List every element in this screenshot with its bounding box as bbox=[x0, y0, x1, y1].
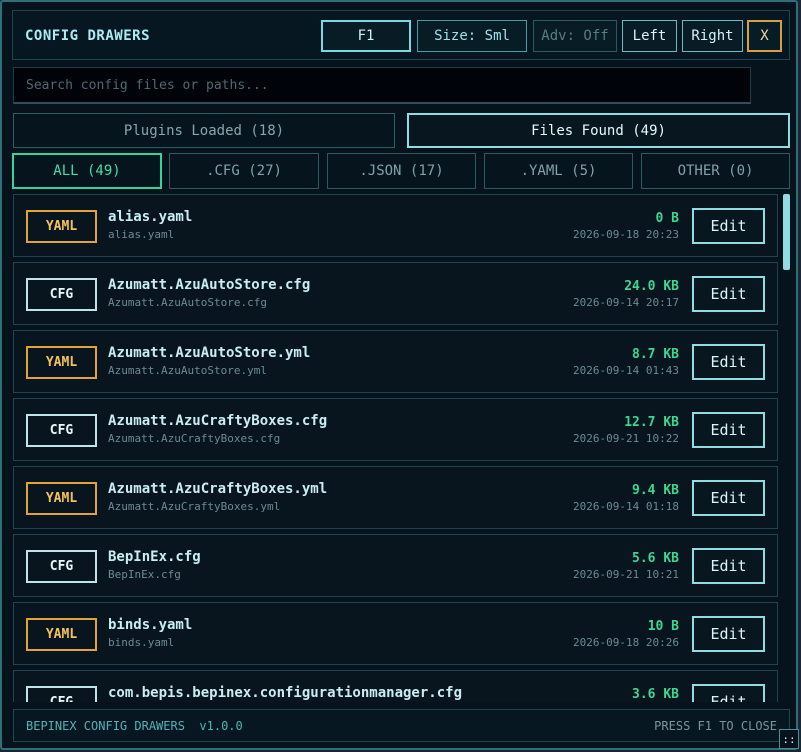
file-date: 2026-09-18 20:23 bbox=[573, 228, 679, 241]
size-toggle-button[interactable]: Size: Sml bbox=[417, 20, 527, 52]
edit-button[interactable]: Edit bbox=[692, 480, 765, 516]
file-date: 2026-09-18 20:26 bbox=[573, 636, 679, 649]
edit-button[interactable]: Edit bbox=[692, 412, 765, 448]
file-path: Azumatt.AzuAutoStore.cfg bbox=[108, 296, 267, 309]
file-list[interactable]: YAML alias.yaml alias.yaml 0 B 2026-09-1… bbox=[13, 194, 779, 702]
file-date: 2026-09-14 01:43 bbox=[573, 364, 679, 377]
filter-cfg[interactable]: .CFG (27) bbox=[169, 153, 319, 189]
resize-handle-icon[interactable]: :: bbox=[779, 729, 799, 749]
filter-yaml[interactable]: .YAML (5) bbox=[484, 153, 633, 189]
file-date: 2026-09-14 20:17 bbox=[573, 296, 679, 309]
app-title: CONFIG DRAWERS bbox=[25, 28, 151, 44]
file-path: BepInEx.cfg bbox=[108, 568, 181, 581]
file-size: 9.4 KB bbox=[632, 483, 679, 498]
file-name: alias.yaml bbox=[108, 209, 193, 225]
file-date: 2026-09-21 10:21 bbox=[573, 568, 679, 581]
file-row[interactable]: CFG Azumatt.AzuCraftyBoxes.cfg Azumatt.A… bbox=[13, 398, 778, 461]
list-scrollbar[interactable] bbox=[783, 194, 790, 270]
tab-files-found[interactable]: Files Found (49) bbox=[407, 113, 790, 148]
filter-all[interactable]: ALL (49) bbox=[12, 153, 162, 189]
file-row[interactable]: YAML alias.yaml alias.yaml 0 B 2026-09-1… bbox=[13, 194, 778, 257]
file-date: 2026-09-14 01:18 bbox=[573, 500, 679, 513]
file-type-badge: YAML bbox=[26, 210, 97, 243]
file-size: 3.6 KB bbox=[632, 687, 679, 702]
file-name: Azumatt.AzuCraftyBoxes.cfg bbox=[108, 413, 328, 429]
filter-json[interactable]: .JSON (17) bbox=[327, 153, 476, 189]
file-size: 10 B bbox=[647, 619, 679, 634]
file-name: binds.yaml bbox=[108, 617, 193, 633]
file-path: Azumatt.AzuCraftyBoxes.yml bbox=[108, 500, 281, 513]
edit-button[interactable]: Edit bbox=[692, 616, 765, 652]
file-row[interactable]: YAML binds.yaml binds.yaml 10 B 2026-09-… bbox=[13, 602, 778, 665]
file-type-badge: CFG bbox=[26, 414, 97, 447]
file-row[interactable]: CFG Azumatt.AzuAutoStore.cfg Azumatt.Azu… bbox=[13, 262, 778, 325]
footer-hint: PRESS F1 TO CLOSE bbox=[654, 719, 777, 733]
file-type-badge: YAML bbox=[26, 618, 97, 651]
dock-left-button[interactable]: Left bbox=[622, 20, 677, 52]
file-row[interactable]: YAML Azumatt.AzuAutoStore.yml Azumatt.Az… bbox=[13, 330, 778, 393]
file-name: Azumatt.AzuAutoStore.cfg bbox=[108, 277, 311, 293]
edit-button[interactable]: Edit bbox=[692, 684, 765, 702]
file-path: Azumatt.AzuCraftyBoxes.cfg bbox=[108, 432, 281, 445]
file-size: 5.6 KB bbox=[632, 551, 679, 566]
file-type-badge: YAML bbox=[26, 346, 97, 379]
file-row[interactable]: YAML Azumatt.AzuCraftyBoxes.yml Azumatt.… bbox=[13, 466, 778, 529]
file-name: Azumatt.AzuCraftyBoxes.yml bbox=[108, 481, 328, 497]
file-type-badge: CFG bbox=[26, 550, 97, 583]
edit-button[interactable]: Edit bbox=[692, 344, 765, 380]
advanced-toggle-button[interactable]: Adv: Off bbox=[533, 20, 617, 52]
file-size: 0 B bbox=[655, 211, 679, 226]
close-button[interactable]: X bbox=[747, 20, 782, 52]
file-name: Azumatt.AzuAutoStore.yml bbox=[108, 345, 311, 361]
footer-version: BEPINEX CONFIG DRAWERS v1.0.0 bbox=[26, 719, 243, 733]
file-size: 24.0 KB bbox=[624, 279, 679, 294]
file-row[interactable]: CFG com.bepis.bepinex.configurationmanag… bbox=[13, 670, 778, 702]
file-path: alias.yaml bbox=[108, 228, 175, 241]
edit-button[interactable]: Edit bbox=[692, 548, 765, 584]
edit-button[interactable]: Edit bbox=[692, 208, 765, 244]
file-type-badge: CFG bbox=[26, 686, 97, 702]
file-date: 2026-09-21 10:22 bbox=[573, 432, 679, 445]
file-size: 8.7 KB bbox=[632, 347, 679, 362]
footer-bar: BEPINEX CONFIG DRAWERS v1.0.0 PRESS F1 T… bbox=[13, 709, 790, 742]
file-row[interactable]: CFG BepInEx.cfg BepInEx.cfg 5.6 KB 2026-… bbox=[13, 534, 778, 597]
search-input[interactable] bbox=[13, 67, 751, 104]
header-bar: CONFIG DRAWERS F1 Size: Sml Adv: Off Lef… bbox=[12, 10, 790, 60]
file-name: BepInEx.cfg bbox=[108, 549, 201, 565]
hotkey-button[interactable]: F1 bbox=[321, 20, 411, 52]
file-path: binds.yaml bbox=[108, 636, 175, 649]
file-type-badge: YAML bbox=[26, 482, 97, 515]
file-size: 12.7 KB bbox=[624, 415, 679, 430]
file-name: com.bepis.bepinex.configurationmanager.c… bbox=[108, 685, 463, 701]
dock-right-button[interactable]: Right bbox=[682, 20, 743, 52]
file-path: Azumatt.AzuAutoStore.yml bbox=[108, 364, 267, 377]
edit-button[interactable]: Edit bbox=[692, 276, 765, 312]
filter-other[interactable]: OTHER (0) bbox=[641, 153, 790, 189]
config-drawers-window: CONFIG DRAWERS F1 Size: Sml Adv: Off Lef… bbox=[0, 0, 799, 750]
file-type-badge: CFG bbox=[26, 278, 97, 311]
tab-plugins-loaded[interactable]: Plugins Loaded (18) bbox=[13, 113, 395, 148]
